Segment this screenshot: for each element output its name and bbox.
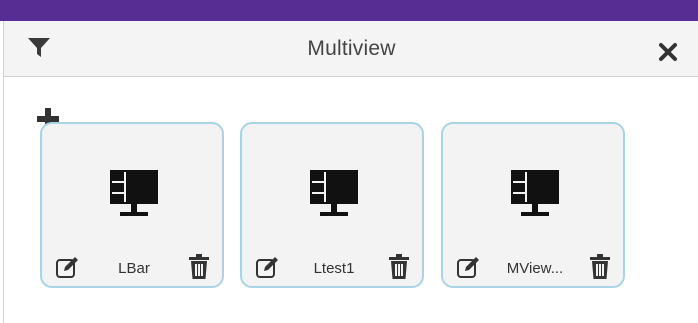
edit-icon[interactable]: [54, 254, 80, 280]
multiview-tile[interactable]: MView...: [441, 122, 625, 288]
tile-name: Ltest1: [313, 260, 355, 277]
panel-title: Multiview: [307, 37, 396, 60]
panel-header: Multiview: [4, 21, 698, 77]
multiview-tile[interactable]: Ltest1: [240, 122, 424, 288]
tile-name: LBar: [118, 260, 150, 277]
delete-icon[interactable]: [187, 254, 211, 280]
multiview-monitor-icon: [511, 170, 559, 216]
multiview-monitor-icon: [110, 170, 158, 216]
edit-icon[interactable]: [455, 254, 481, 280]
delete-icon[interactable]: [588, 254, 612, 280]
edit-icon[interactable]: [254, 254, 280, 280]
multiview-tile[interactable]: LBar: [40, 122, 224, 288]
close-icon[interactable]: [657, 41, 679, 63]
multiview-monitor-icon: [310, 170, 358, 216]
delete-icon[interactable]: [387, 254, 411, 280]
filter-icon[interactable]: [26, 35, 52, 61]
tile-name: MView...: [506, 260, 564, 277]
multiview-window: Multiview LBar Ltest1 MView...: [0, 0, 698, 323]
app-top-bar: [0, 0, 698, 21]
